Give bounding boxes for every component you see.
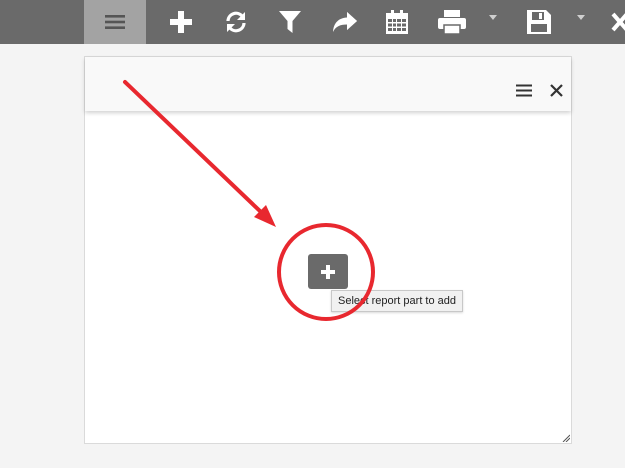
filter-icon xyxy=(279,11,301,33)
add-report-part-button[interactable] xyxy=(308,254,348,289)
toolbar xyxy=(0,0,625,44)
refresh-icon xyxy=(226,11,246,33)
add-button[interactable] xyxy=(166,0,196,44)
share-arrow-icon xyxy=(333,12,357,32)
resize-grip-icon[interactable] xyxy=(562,434,570,442)
panel-menu-button[interactable] xyxy=(513,79,535,101)
exit-button[interactable] xyxy=(610,0,625,44)
save-dropdown-caret[interactable] xyxy=(577,15,585,20)
panel-header xyxy=(85,57,571,111)
print-dropdown-caret[interactable] xyxy=(489,15,497,20)
menu-button[interactable] xyxy=(84,0,146,44)
report-panel xyxy=(84,56,572,444)
plus-icon xyxy=(170,11,192,33)
calendar-icon xyxy=(386,10,408,34)
panel-close-button[interactable] xyxy=(545,79,567,101)
tooltip: Select report part to add xyxy=(331,290,464,312)
print-button[interactable] xyxy=(437,0,467,44)
refresh-button[interactable] xyxy=(221,0,251,44)
share-button[interactable] xyxy=(330,0,360,44)
filter-button[interactable] xyxy=(275,0,305,44)
close-icon xyxy=(611,12,625,32)
hamburger-icon xyxy=(516,84,532,96)
plus-icon xyxy=(321,264,335,279)
menu-icon xyxy=(105,15,125,29)
calendar-button[interactable] xyxy=(383,0,411,44)
save-icon xyxy=(527,10,551,34)
close-icon xyxy=(549,83,563,97)
save-button[interactable] xyxy=(525,0,553,44)
print-icon xyxy=(438,10,466,34)
